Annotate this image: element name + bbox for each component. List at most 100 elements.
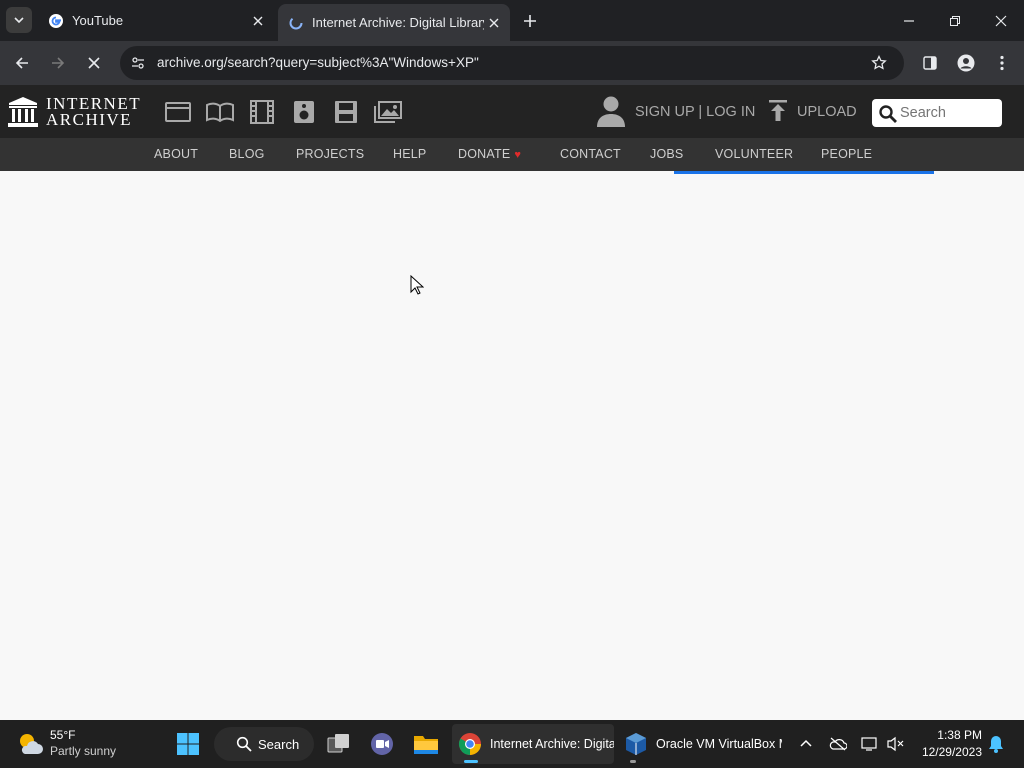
windows-logo-icon bbox=[177, 733, 199, 755]
side-panel-button[interactable] bbox=[916, 49, 944, 77]
search-icon bbox=[879, 105, 897, 123]
software-icon[interactable] bbox=[332, 99, 360, 125]
chat-icon bbox=[371, 733, 393, 755]
arrow-left-icon bbox=[15, 57, 28, 69]
search-input[interactable] bbox=[900, 103, 996, 123]
windows-taskbar: 55°F Partly sunny Search Internet Archiv… bbox=[0, 720, 1024, 768]
tab-title: YouTube bbox=[72, 13, 124, 28]
nav-jobs[interactable]: JOBS bbox=[650, 147, 683, 161]
tab-search-button[interactable] bbox=[6, 7, 32, 33]
minimize-button[interactable] bbox=[886, 0, 932, 41]
tab-title: Internet Archive: Digital Library bbox=[312, 15, 484, 30]
profile-button[interactable] bbox=[952, 49, 980, 77]
taskbar-app-chrome[interactable]: Internet Archive: Digital Library - Goog… bbox=[452, 724, 614, 764]
close-window-button[interactable] bbox=[978, 0, 1024, 41]
nav-volunteer[interactable]: VOLUNTEER bbox=[715, 147, 793, 161]
avatar-icon bbox=[957, 54, 975, 72]
ia-header: INTERNET ARCHIVE SIGN UP | LOG IN UPLOAD bbox=[0, 85, 1024, 138]
nav-contact[interactable]: CONTACT bbox=[560, 147, 621, 161]
teams-chat-button[interactable] bbox=[366, 728, 398, 760]
audio-icon[interactable] bbox=[290, 99, 318, 125]
onedrive-tray-icon[interactable] bbox=[828, 734, 848, 754]
stop-loading-button[interactable] bbox=[80, 49, 108, 77]
site-settings-icon[interactable] bbox=[128, 53, 148, 73]
file-explorer-button[interactable] bbox=[410, 728, 442, 760]
taskbar-app-title: Oracle VM VirtualBox Manager bbox=[656, 737, 782, 751]
archive-building-icon bbox=[8, 97, 38, 127]
arrow-right-icon bbox=[52, 57, 65, 69]
partly-sunny-icon[interactable] bbox=[16, 730, 44, 758]
tab-internet-archive[interactable]: Internet Archive: Digital Library bbox=[278, 4, 510, 41]
nav-blog[interactable]: BLOG bbox=[229, 147, 265, 161]
folder-icon bbox=[414, 736, 438, 754]
close-icon bbox=[88, 57, 100, 69]
clock-date[interactable]: 12/29/2023 bbox=[916, 745, 982, 759]
restore-icon bbox=[950, 15, 960, 26]
taskbar-app-title: Internet Archive: Digital Library - Goog… bbox=[490, 737, 614, 751]
volume-muted-tray-icon[interactable] bbox=[886, 734, 906, 754]
close-tab-icon[interactable] bbox=[484, 13, 504, 33]
logo-line-2: ARCHIVE bbox=[46, 110, 133, 129]
texts-icon[interactable] bbox=[206, 99, 234, 125]
back-button[interactable] bbox=[8, 49, 36, 77]
ia-logo[interactable]: INTERNET ARCHIVE bbox=[8, 95, 148, 129]
google-icon bbox=[49, 13, 63, 28]
nav-projects[interactable]: PROJECTS bbox=[296, 147, 364, 161]
chevron-up-icon bbox=[800, 739, 812, 747]
url-text: archive.org/search?query=subject%3A"Wind… bbox=[157, 55, 479, 70]
nav-people[interactable]: PEOPLE bbox=[821, 147, 872, 161]
browser-toolbar: archive.org/search?query=subject%3A"Wind… bbox=[0, 41, 1024, 85]
page-content-loading bbox=[0, 171, 1024, 720]
running-indicator bbox=[630, 760, 636, 763]
images-icon[interactable] bbox=[374, 99, 402, 125]
web-icon[interactable] bbox=[164, 99, 192, 125]
search-icon bbox=[236, 736, 252, 752]
new-tab-button[interactable] bbox=[518, 9, 542, 33]
chrome-icon bbox=[459, 733, 481, 755]
taskbar-app-virtualbox[interactable]: Oracle VM VirtualBox Manager bbox=[618, 724, 782, 764]
mouse-cursor-icon bbox=[410, 275, 424, 295]
virtualbox-icon bbox=[626, 733, 646, 755]
chevron-down-icon bbox=[14, 17, 24, 24]
upload-icon[interactable] bbox=[768, 99, 788, 123]
address-bar[interactable]: archive.org/search?query=subject%3A"Wind… bbox=[120, 46, 904, 80]
user-icon[interactable] bbox=[596, 95, 626, 127]
clock-time[interactable]: 1:38 PM bbox=[920, 728, 982, 742]
weather-temperature[interactable]: 55°F bbox=[50, 728, 75, 742]
signup-login-link[interactable]: SIGN UP | LOG IN bbox=[635, 104, 755, 120]
more-vertical-icon bbox=[1000, 55, 1004, 71]
loading-spinner-icon bbox=[289, 16, 303, 29]
minimize-icon bbox=[904, 19, 914, 22]
heart-icon: ♥ bbox=[514, 149, 522, 161]
forward-button[interactable] bbox=[44, 49, 72, 77]
bookmark-star-icon[interactable] bbox=[869, 53, 889, 73]
nav-donate[interactable]: DONATE ♥ bbox=[458, 147, 521, 161]
ia-nav-bar: ABOUT BLOG PROJECTS HELP DONATE ♥ CONTACT… bbox=[0, 138, 1024, 171]
ia-search-box[interactable] bbox=[872, 99, 1002, 127]
close-tab-icon[interactable] bbox=[248, 11, 268, 31]
bell-icon bbox=[989, 736, 1003, 753]
menu-button[interactable] bbox=[988, 49, 1016, 77]
weather-description[interactable]: Partly sunny bbox=[50, 744, 116, 758]
plus-icon bbox=[524, 15, 536, 27]
nav-donate-label: DONATE bbox=[458, 147, 511, 161]
loading-progress-bar bbox=[674, 171, 934, 174]
side-panel-icon bbox=[923, 56, 937, 70]
upload-link[interactable]: UPLOAD bbox=[797, 104, 857, 120]
taskbar-search[interactable]: Search bbox=[214, 727, 314, 761]
nav-about[interactable]: ABOUT bbox=[154, 147, 198, 161]
active-indicator bbox=[464, 760, 478, 763]
task-view-icon bbox=[327, 734, 349, 753]
network-tray-icon[interactable] bbox=[860, 734, 880, 754]
close-icon bbox=[995, 15, 1007, 26]
task-view-button[interactable] bbox=[323, 728, 355, 760]
notifications-button[interactable] bbox=[986, 734, 1006, 754]
taskbar-search-label: Search bbox=[258, 736, 300, 752]
start-button[interactable] bbox=[172, 728, 204, 760]
restore-button[interactable] bbox=[932, 0, 978, 41]
tab-youtube[interactable]: YouTube bbox=[38, 4, 274, 37]
nav-help[interactable]: HELP bbox=[393, 147, 426, 161]
browser-tab-strip: YouTube Internet Archive: Digital Librar… bbox=[0, 0, 1024, 41]
show-hidden-icons-button[interactable] bbox=[796, 734, 816, 754]
video-icon[interactable] bbox=[248, 99, 276, 125]
